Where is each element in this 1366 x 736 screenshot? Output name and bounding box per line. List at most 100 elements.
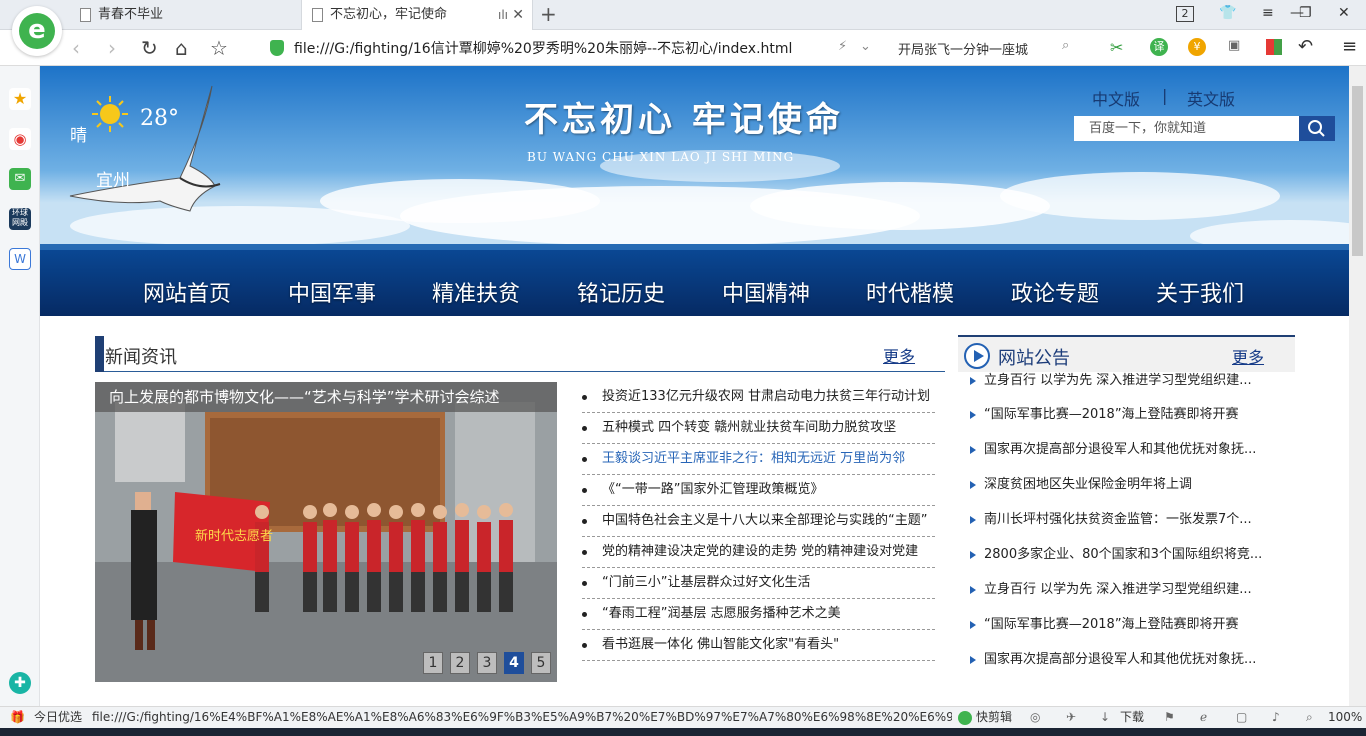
gift-icon[interactable]: 🎁 xyxy=(10,707,25,728)
shirt-skin-icon[interactable]: 👕 xyxy=(1219,5,1236,21)
notice-item[interactable]: 深度贫困地区失业保险金明年将上调 xyxy=(958,470,1295,500)
flag-icon[interactable]: ⚑ xyxy=(1164,707,1175,728)
carousel-page-5[interactable]: 5 xyxy=(531,652,551,674)
weather-label: 晴 xyxy=(70,126,87,146)
tab-youth[interactable]: 青春不毕业 xyxy=(70,0,300,30)
notice-item[interactable]: “国际军事比赛—2018”海上登陆赛即将开赛 xyxy=(958,610,1295,640)
web-page: 晴 28° 宜州 不忘初心 牢记使命 BU WANG CHU XIN LAO J… xyxy=(40,66,1349,706)
site-title-pinyin: BU WANG CHU XIN LAO JI SHI MING xyxy=(527,150,795,164)
news-item[interactable]: 投资近133亿元升级农网 甘肃启动电力扶贫三年行动计划 xyxy=(582,382,935,413)
news-more-link[interactable]: 更多 xyxy=(883,343,915,367)
nav-about-us[interactable]: 关于我们 xyxy=(1156,276,1244,308)
refresh-circle-icon[interactable]: ◎ xyxy=(1030,707,1040,728)
back-icon[interactable]: ‹ xyxy=(72,36,80,60)
quick-edit-link[interactable]: 快剪辑 xyxy=(976,707,1012,728)
status-url: file:///G:/fighting/16%E4%BF%A1%E8%AE%A1… xyxy=(92,710,952,724)
english-version-link[interactable]: 英文版 xyxy=(1187,86,1235,110)
mail-icon[interactable]: ✉ xyxy=(9,168,31,190)
nav-role-models[interactable]: 时代楷模 xyxy=(866,276,954,308)
news-item[interactable]: “春雨工程”润基层 志愿服务播种艺术之美 xyxy=(582,599,935,630)
news-item[interactable]: 五种模式 四个转变 赣州就业扶贫车间助力脱贫攻坚 xyxy=(582,413,935,444)
tab-active-page[interactable]: 不忘初心，牢记使命 ılı ✕ xyxy=(301,0,533,30)
language-separator: | xyxy=(1162,86,1168,105)
carousel-page-3[interactable]: 3 xyxy=(477,652,497,674)
notice-item[interactable]: “国际军事比赛—2018”海上登陆赛即将开赛 xyxy=(958,400,1295,430)
carousel-page-2[interactable]: 2 xyxy=(450,652,470,674)
today-picks-link[interactable]: 今日优选 xyxy=(34,707,82,728)
ie-icon[interactable]: ℯ xyxy=(1200,707,1207,728)
favorites-star-icon[interactable]: ★ xyxy=(9,88,31,110)
nav-spirit[interactable]: 中国精神 xyxy=(722,276,810,308)
browser-search-field[interactable]: 开局张飞一分钟一座城 xyxy=(898,39,1028,58)
pin-icon[interactable]: ✈ xyxy=(1066,707,1076,728)
menu-icon[interactable]: ≡ xyxy=(1262,5,1274,21)
chevron-down-icon[interactable]: ⌄ xyxy=(860,39,871,54)
site-search-input[interactable]: 百度一下，你就知道 xyxy=(1074,116,1299,141)
home-icon[interactable]: ⌂ xyxy=(175,36,188,60)
news-item[interactable]: 党的精神建设决定党的建设的走势 党的精神建设对党建 xyxy=(582,537,935,568)
news-item[interactable]: “门前三小”让基层群众过好文化生活 xyxy=(582,568,935,599)
word-doc-icon[interactable]: W xyxy=(9,248,31,270)
zoom-level[interactable]: 100% xyxy=(1328,707,1362,728)
download-link[interactable]: 下载 xyxy=(1120,707,1144,728)
nav-military[interactable]: 中国军事 xyxy=(288,276,376,308)
screenshot-icon[interactable]: ▣ xyxy=(1228,38,1240,53)
volume-icon[interactable]: ♪ xyxy=(1272,707,1280,728)
browser-logo: e xyxy=(12,6,62,56)
search-icon[interactable]: ⌕ xyxy=(1062,38,1069,53)
news-section-header: 新闻资讯 更多 xyxy=(95,336,945,372)
notice-item[interactable]: 国家再次提高部分退役军人和其他优抚对象抚... xyxy=(958,435,1295,465)
new-tab-button[interactable]: + xyxy=(540,2,557,26)
play-circle-icon xyxy=(964,343,990,369)
nav-poverty-alleviation[interactable]: 精准扶贫 xyxy=(432,276,520,308)
zoom-search-icon[interactable]: ⌕ xyxy=(1306,707,1313,728)
nav-history[interactable]: 铭记历史 xyxy=(577,276,665,308)
news-item[interactable]: 看书逛展一体化 佛山智能文化家"有看头" xyxy=(582,630,935,661)
photo-caption: 向上发展的都市博物文化——“艺术与科学”学术研讨会综述 xyxy=(95,382,557,412)
news-item[interactable]: 《“一带一路”国家外汇管理政策概览》 xyxy=(582,475,935,506)
url-field[interactable]: file:///G:/fighting/16信计覃柳婷%20罗秀明%20朱丽婷-… xyxy=(294,38,792,58)
global-news-icon[interactable]: 环球 网殿 xyxy=(9,208,31,230)
download-icon[interactable]: ↓ xyxy=(1100,707,1110,728)
notice-item[interactable]: 立身百行 以学为先 深入推进学习型党组织建... xyxy=(958,575,1295,605)
tab-label: 不忘初心，牢记使命 xyxy=(330,7,448,22)
notice-item[interactable]: 南川长坪村强化扶贫资金监管：一张发票7个... xyxy=(958,505,1295,535)
sun-icon xyxy=(92,96,128,132)
search-button[interactable] xyxy=(1299,116,1335,141)
notice-item[interactable]: 国家再次提高部分退役军人和其他优抚对象抚... xyxy=(958,645,1295,672)
close-tab-icon[interactable]: ✕ xyxy=(512,0,524,30)
nav-home[interactable]: 网站首页 xyxy=(143,276,231,308)
carousel-page-1[interactable]: 1 xyxy=(423,652,443,674)
forward-icon[interactable]: › xyxy=(108,36,116,60)
notice-more-link[interactable]: 更多 xyxy=(1232,344,1264,368)
address-toolbar: ‹ › ↻ ⌂ ☆ file:///G:/fighting/16信计覃柳婷%20… xyxy=(0,30,1366,66)
vertical-scrollbar[interactable] xyxy=(1349,66,1366,706)
apps-grid-icon[interactable] xyxy=(1266,39,1282,55)
carousel-page-4-active[interactable]: 4 xyxy=(504,652,524,674)
weibo-icon[interactable]: ◉ xyxy=(9,128,31,150)
city-name: 宜州 xyxy=(96,171,130,191)
translate-icon[interactable]: 译 xyxy=(1150,38,1168,56)
header-banner: 晴 28° 宜州 不忘初心 牢记使命 BU WANG CHU XIN LAO J… xyxy=(40,66,1349,316)
chinese-version-link[interactable]: 中文版 xyxy=(1092,86,1140,110)
window-icon[interactable]: ▢ xyxy=(1236,707,1247,728)
news-item[interactable]: 中国特色社会主义是十八大以来全部理论与实践的“主题” xyxy=(582,506,935,537)
tab-count-badge[interactable]: 2 xyxy=(1176,6,1194,22)
star-icon[interactable]: ☆ xyxy=(210,36,228,60)
news-item-hovered[interactable]: 王毅谈习近平主席亚非之行：相知无远近 万里尚为邻 xyxy=(582,444,935,475)
scissors-icon[interactable]: ✂ xyxy=(1110,38,1123,57)
scrollbar-thumb[interactable] xyxy=(1352,86,1363,256)
news-photo-carousel[interactable]: 新时代志愿者 向上发展的都市博物文化——“艺术与科学”学术研讨会综述 1 2 3… xyxy=(95,382,557,682)
close-window-button[interactable]: ✕ xyxy=(1338,5,1350,21)
undo-icon[interactable]: ↶ xyxy=(1298,36,1313,57)
nav-political-topics[interactable]: 政论专题 xyxy=(1011,276,1099,308)
refresh-icon[interactable]: ↻ xyxy=(141,36,158,60)
more-menu-icon[interactable]: ≡ xyxy=(1342,36,1357,57)
restore-button[interactable]: ❐ xyxy=(1299,5,1312,21)
plus-tool-icon[interactable]: ✚ xyxy=(9,672,31,694)
notice-item[interactable]: 2800多家企业、80个国家和3个国际组织将竞... xyxy=(958,540,1295,570)
notice-item[interactable]: 立身百行 以学为先 深入推进学习型党组织建... xyxy=(958,372,1295,396)
banner-text: 新时代志愿者 xyxy=(195,528,273,544)
lightning-icon[interactable]: ⚡ xyxy=(838,39,847,54)
coupon-icon[interactable]: ¥ xyxy=(1188,38,1206,56)
